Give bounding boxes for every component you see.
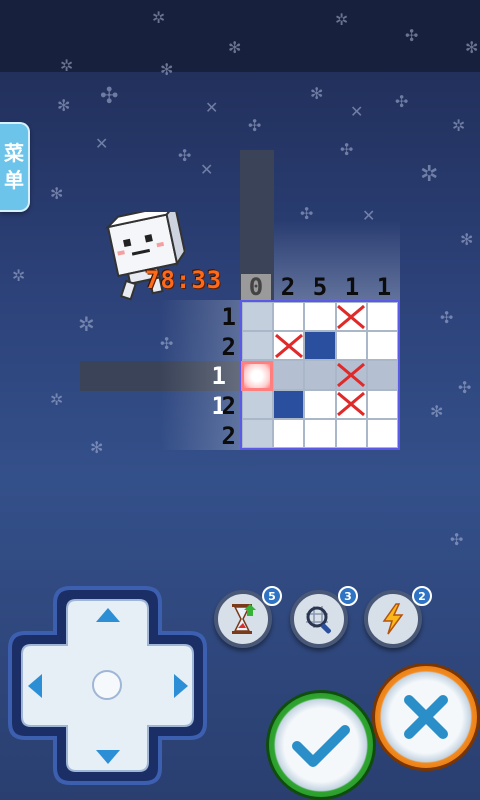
grid-cell[interactable] [273,360,305,390]
column-clue-4: 1 [344,273,360,301]
powerup-count-badge: 2 [412,586,432,606]
grid-cell[interactable] [335,331,367,361]
grid-cell[interactable] [335,360,367,390]
close-icon [404,695,448,739]
column-clue-1: 0 [241,274,271,300]
powerup-count-badge: 3 [338,586,358,606]
grid-cell[interactable] [335,302,367,332]
row-clue-1: 1 [221,303,236,331]
row-clue-5: 2 [221,422,236,450]
dpad-right-button[interactable] [166,666,196,706]
grid-cell[interactable] [366,360,398,390]
grid-cell[interactable] [366,389,398,419]
grid-cell[interactable] [366,302,398,332]
menu-label-2: 单 [4,168,24,192]
magnifier-icon [306,606,331,634]
grid-cell[interactable] [273,418,305,448]
column-clue-5: 1 [376,273,392,301]
grid-cell[interactable] [273,389,305,419]
menu-button[interactable]: 菜 单 [0,122,30,212]
dpad-down-button[interactable] [88,742,128,772]
lightning-icon [382,603,404,635]
check-icon [292,725,350,767]
grid-cell[interactable] [242,302,274,332]
direction-pad [0,578,215,793]
row-clue-2: 2 [221,333,236,361]
grid-cell[interactable] [304,418,336,448]
grid-cell[interactable] [273,331,305,361]
grid-cell[interactable] [366,331,398,361]
grid-cell[interactable] [335,418,367,448]
grid-cell[interactable] [242,389,274,419]
grid-cell[interactable] [366,418,398,448]
dpad-left-button[interactable] [20,666,50,706]
lightning-powerup-button[interactable]: 2 [364,586,432,648]
confirm-button[interactable] [266,690,376,800]
cancel-button[interactable] [372,663,480,771]
timer-display: 78:33 [145,266,223,294]
menu-label-1: 菜 [4,141,24,165]
column-clue-3: 5 [312,273,328,301]
grid-cell[interactable] [242,418,274,448]
hourglass-icon [232,604,256,634]
grid-cell[interactable] [304,360,336,390]
grid-cell[interactable] [273,302,305,332]
grid-cell[interactable] [304,331,336,361]
row-clue-4: 2 [221,392,236,420]
grid-cell[interactable] [242,331,274,361]
dpad-up-button[interactable] [88,600,128,630]
column-clue-2: 2 [280,273,296,301]
selection-cursor [241,361,273,391]
grid-cell[interactable] [304,302,336,332]
hourglass-powerup-button[interactable]: 5 [214,586,282,648]
magnifier-powerup-button[interactable]: 3 [290,586,358,648]
row-clue-3: 1 1 [211,362,236,420]
grid-cell[interactable] [304,389,336,419]
powerup-count-badge: 5 [262,586,282,606]
grid-cell[interactable] [335,389,367,419]
